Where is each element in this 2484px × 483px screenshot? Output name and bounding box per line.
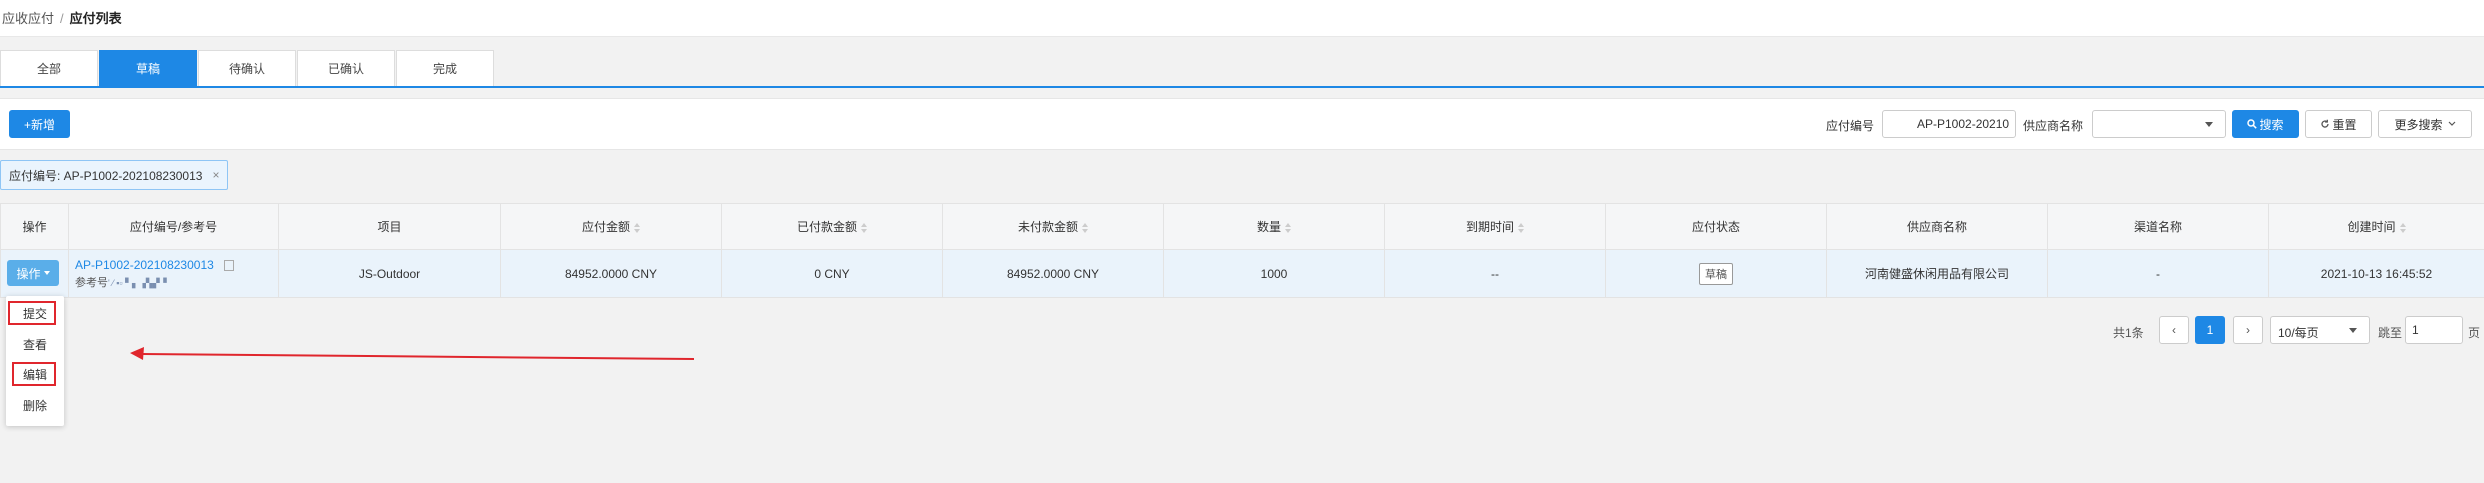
annotation-box-submit [8, 301, 56, 325]
col-header-supplier: 供应商名称 [1826, 203, 2048, 250]
status-badge: 草稿 [1699, 262, 1733, 285]
col-header-code: 应付编号/参考号 [68, 203, 279, 250]
col-header-qty[interactable]: 数量 [1163, 203, 1385, 250]
close-icon[interactable]: × [212, 168, 219, 182]
cell-created: 2021-10-13 16:45:52 [2268, 249, 2484, 298]
sort-icon[interactable] [1082, 222, 1088, 233]
supplier-select[interactable] [2092, 110, 2226, 138]
cell-project: JS-Outdoor [278, 249, 501, 298]
ref-label: 参考号 [75, 276, 108, 289]
status-tabs: 全部 草稿 待确认 已确认 完成 [0, 50, 495, 86]
breadcrumb-parent[interactable]: 应收应付 [2, 11, 54, 26]
payable-no-label: 应付编号 [1826, 119, 1875, 133]
sort-icon[interactable] [1285, 222, 1291, 233]
breadcrumb-separator: / [60, 11, 64, 26]
pager-prev-button[interactable]: ‹ [2159, 316, 2189, 344]
page-suffix: 页 [2468, 326, 2481, 340]
search-button[interactable]: 搜索 [2232, 110, 2299, 138]
chevron-down-icon [2205, 122, 2213, 127]
row-action-button[interactable]: 操作 [7, 260, 59, 286]
sort-icon[interactable] [634, 222, 640, 233]
col-header-channel: 渠道名称 [2047, 203, 2269, 250]
tab-confirmed[interactable]: 已确认 [297, 50, 395, 86]
page-size-value: 10/每页 [2278, 326, 2319, 340]
cell-unpaid: 84952.0000 CNY [942, 249, 1164, 298]
caret-down-icon [43, 271, 50, 275]
chevron-down-icon [2448, 121, 2455, 126]
tab-completed[interactable]: 完成 [396, 50, 494, 86]
refresh-icon [2321, 119, 2330, 128]
cell-supplier: 河南健盛休闲用品有限公司 [1826, 249, 2048, 298]
breadcrumb: 应收应付 / 应付列表 [2, 8, 122, 27]
tab-draft[interactable]: 草稿 [99, 50, 197, 86]
reset-button-label: 重置 [2332, 117, 2357, 132]
reset-button[interactable]: 重置 [2305, 110, 2372, 138]
col-header-project: 项目 [278, 203, 501, 250]
cell-channel: - [2047, 249, 2269, 298]
menu-item-view[interactable]: 查看 [6, 336, 64, 353]
cell-code: AP-P1002-202108230013 参考号' ⁄ ▪▫ ▘▖▗▚▞▝ [68, 249, 279, 298]
col-header-paid[interactable]: 已付款金额 [721, 203, 943, 250]
cell-status: 草稿 [1605, 249, 1827, 298]
more-search-button[interactable]: 更多搜索 [2378, 110, 2472, 138]
col-header-created[interactable]: 创建时间 [2268, 203, 2484, 250]
tab-pending[interactable]: 待确认 [198, 50, 296, 86]
row-action-label: 操作 [16, 266, 41, 281]
menu-item-delete[interactable]: 删除 [6, 397, 64, 414]
more-search-label: 更多搜索 [2394, 117, 2443, 132]
goto-page-input[interactable]: 1 [2405, 316, 2463, 344]
pager-page-1[interactable]: 1 [2195, 316, 2225, 344]
col-header-unpaid[interactable]: 未付款金额 [942, 203, 1164, 250]
chevron-down-icon [2349, 328, 2357, 333]
annotation-arrow-icon [130, 347, 695, 360]
payables-table: 操作 应付编号/参考号 项目 应付金额 已付款金额 未付款金额 数量 到期时间 … [0, 203, 2484, 298]
ref-value: ' ⁄ ▪▫ ▘▖▗▚▞▝ [108, 277, 167, 288]
cell-qty: 1000 [1163, 249, 1385, 298]
search-button-label: 搜索 [2259, 117, 2284, 132]
cell-amount: 84952.0000 CNY [500, 249, 722, 298]
sort-icon[interactable] [1518, 222, 1524, 233]
payable-no-input[interactable]: AP-P1002-20210 [1882, 110, 2016, 138]
filter-tag-text: 应付编号: AP-P1002-202108230013 [9, 168, 203, 183]
table-header-row: 操作 应付编号/参考号 项目 应付金额 已付款金额 未付款金额 数量 到期时间 … [0, 203, 2484, 250]
pager-total: 共1条 [2113, 326, 2144, 340]
annotation-box-edit [12, 362, 56, 386]
col-header-amount[interactable]: 应付金额 [500, 203, 722, 250]
goto-label: 跳至 [2378, 326, 2403, 340]
breadcrumb-current: 应付列表 [69, 11, 122, 26]
supplier-label: 供应商名称 [2023, 119, 2084, 133]
search-icon [2247, 119, 2258, 129]
col-header-status: 应付状态 [1605, 203, 1827, 250]
copy-icon[interactable] [223, 259, 234, 271]
toolbar: +新增 应付编号 AP-P1002-20210 供应商名称 搜索 重置 更多搜索 [0, 98, 2484, 150]
pager-next-button[interactable]: › [2233, 316, 2263, 344]
cell-due: -- [1384, 249, 1606, 298]
col-header-due[interactable]: 到期时间 [1384, 203, 1606, 250]
sort-icon[interactable] [861, 222, 867, 233]
tab-all[interactable]: 全部 [0, 50, 98, 86]
tab-underline [0, 86, 2484, 88]
add-button[interactable]: +新增 [9, 110, 70, 138]
table-row: AP-P1002-202108230013 参考号' ⁄ ▪▫ ▘▖▗▚▞▝ J… [0, 249, 2484, 298]
active-filter-tag: 应付编号: AP-P1002-202108230013 × [0, 160, 229, 190]
cell-paid: 0 CNY [721, 249, 943, 298]
page-size-select[interactable]: 10/每页 [2270, 316, 2370, 344]
payable-code-link[interactable]: AP-P1002-202108230013 [75, 258, 214, 272]
sort-icon[interactable] [2399, 222, 2406, 233]
top-bar: 应收应付 / 应付列表 [0, 0, 2484, 37]
col-header-action: 操作 [0, 203, 69, 250]
